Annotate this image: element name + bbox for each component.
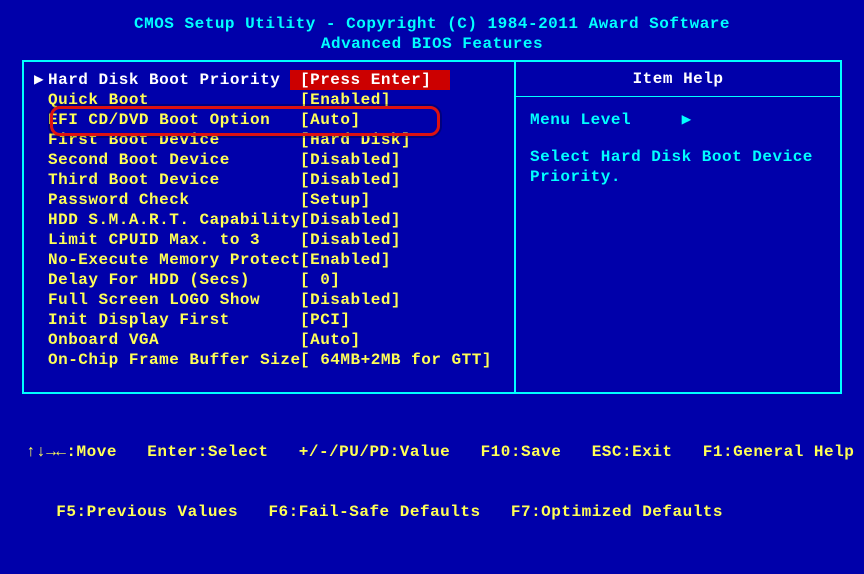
- row-marker-icon: ▶: [34, 70, 48, 90]
- setting-row[interactable]: HDD S.M.A.R.T. Capability[Disabled]: [34, 210, 504, 230]
- chevron-right-icon: ▶: [682, 109, 692, 129]
- setting-label: Quick Boot: [48, 90, 300, 110]
- setting-row[interactable]: Full Screen LOGO Show[Disabled]: [34, 290, 504, 310]
- setting-value[interactable]: [Press Enter]: [300, 70, 431, 90]
- setting-label: Onboard VGA: [48, 330, 300, 350]
- setting-row[interactable]: Quick Boot[Enabled]: [34, 90, 504, 110]
- setting-row[interactable]: Limit CPUID Max. to 3[Disabled]: [34, 230, 504, 250]
- setting-value[interactable]: [Enabled]: [300, 90, 391, 110]
- setting-row[interactable]: Second Boot Device[Disabled]: [34, 150, 504, 170]
- header-line1: CMOS Setup Utility - Copyright (C) 1984-…: [22, 14, 842, 34]
- setting-label: Second Boot Device: [48, 150, 300, 170]
- row-marker-icon: [34, 310, 48, 330]
- setting-value[interactable]: [Disabled]: [300, 210, 401, 230]
- setting-label: Third Boot Device: [48, 170, 300, 190]
- setting-row[interactable]: ▶Hard Disk Boot Priority[Press Enter]: [34, 70, 504, 90]
- setting-label: Full Screen LOGO Show: [48, 290, 300, 310]
- row-marker-icon: [34, 330, 48, 350]
- setting-value[interactable]: [Hard Disk]: [300, 130, 411, 150]
- row-marker-icon: [34, 110, 48, 130]
- setting-value[interactable]: [ 64MB+2MB for GTT]: [300, 350, 492, 370]
- setting-label: Password Check: [48, 190, 300, 210]
- row-marker-icon: [34, 170, 48, 190]
- setting-label: First Boot Device: [48, 130, 300, 150]
- setting-value[interactable]: [Auto]: [300, 330, 361, 350]
- row-marker-icon: [34, 270, 48, 290]
- setting-label: Init Display First: [48, 310, 300, 330]
- setting-row[interactable]: No-Execute Memory Protect[Enabled]: [34, 250, 504, 270]
- settings-pane: ▶Hard Disk Boot Priority[Press Enter]Qui…: [24, 62, 514, 392]
- help-pane: Item Help Menu Level ▶ Select Hard Disk …: [514, 62, 840, 392]
- setting-label: Delay For HDD (Secs): [48, 270, 300, 290]
- setting-row[interactable]: Third Boot Device[Disabled]: [34, 170, 504, 190]
- setting-value[interactable]: [Disabled]: [300, 170, 401, 190]
- header: CMOS Setup Utility - Copyright (C) 1984-…: [22, 6, 842, 60]
- content-frame: ▶Hard Disk Boot Priority[Press Enter]Qui…: [22, 60, 842, 394]
- setting-value[interactable]: [Disabled]: [300, 150, 401, 170]
- setting-label: HDD S.M.A.R.T. Capability: [48, 210, 300, 230]
- row-marker-icon: [34, 130, 48, 150]
- setting-value[interactable]: [ 0]: [300, 270, 340, 290]
- setting-value[interactable]: [Auto]: [300, 110, 361, 130]
- setting-label: EFI CD/DVD Boot Option: [48, 110, 300, 130]
- row-marker-icon: [34, 290, 48, 310]
- header-line2: Advanced BIOS Features: [22, 34, 842, 54]
- setting-value[interactable]: [PCI]: [300, 310, 351, 330]
- setting-label: Hard Disk Boot Priority: [48, 70, 300, 90]
- setting-row[interactable]: On-Chip Frame Buffer Size[ 64MB+2MB for …: [34, 350, 504, 370]
- setting-value[interactable]: [Disabled]: [300, 230, 401, 250]
- row-marker-icon: [34, 250, 48, 270]
- row-marker-icon: [34, 190, 48, 210]
- menu-level-label: Menu Level: [530, 111, 631, 129]
- setting-value[interactable]: [Disabled]: [300, 290, 401, 310]
- menu-level: Menu Level ▶: [530, 109, 826, 129]
- setting-row[interactable]: Password Check[Setup]: [34, 190, 504, 210]
- footer: ↑↓→←:Move Enter:Select +/-/PU/PD:Value F…: [22, 394, 842, 564]
- footer-line1: ↑↓→←:Move Enter:Select +/-/PU/PD:Value F…: [26, 442, 838, 462]
- footer-line2: F5:Previous Values F6:Fail-Safe Defaults…: [26, 502, 838, 522]
- setting-value[interactable]: [Setup]: [300, 190, 371, 210]
- setting-label: Limit CPUID Max. to 3: [48, 230, 300, 250]
- help-divider: [516, 96, 840, 97]
- row-marker-icon: [34, 150, 48, 170]
- setting-row[interactable]: Onboard VGA[Auto]: [34, 330, 504, 350]
- setting-label: On-Chip Frame Buffer Size: [48, 350, 300, 370]
- bios-screen: CMOS Setup Utility - Copyright (C) 1984-…: [0, 0, 864, 574]
- row-marker-icon: [34, 350, 48, 370]
- help-text: Select Hard Disk Boot Device Priority.: [530, 147, 826, 187]
- setting-row[interactable]: First Boot Device[Hard Disk]: [34, 130, 504, 150]
- setting-row[interactable]: Init Display First[PCI]: [34, 310, 504, 330]
- setting-row[interactable]: EFI CD/DVD Boot Option[Auto]: [34, 110, 504, 130]
- setting-value[interactable]: [Enabled]: [300, 250, 391, 270]
- help-title: Item Help: [530, 70, 826, 94]
- setting-row[interactable]: Delay For HDD (Secs)[ 0]: [34, 270, 504, 290]
- row-marker-icon: [34, 90, 48, 110]
- row-marker-icon: [34, 210, 48, 230]
- row-marker-icon: [34, 230, 48, 250]
- setting-label: No-Execute Memory Protect: [48, 250, 300, 270]
